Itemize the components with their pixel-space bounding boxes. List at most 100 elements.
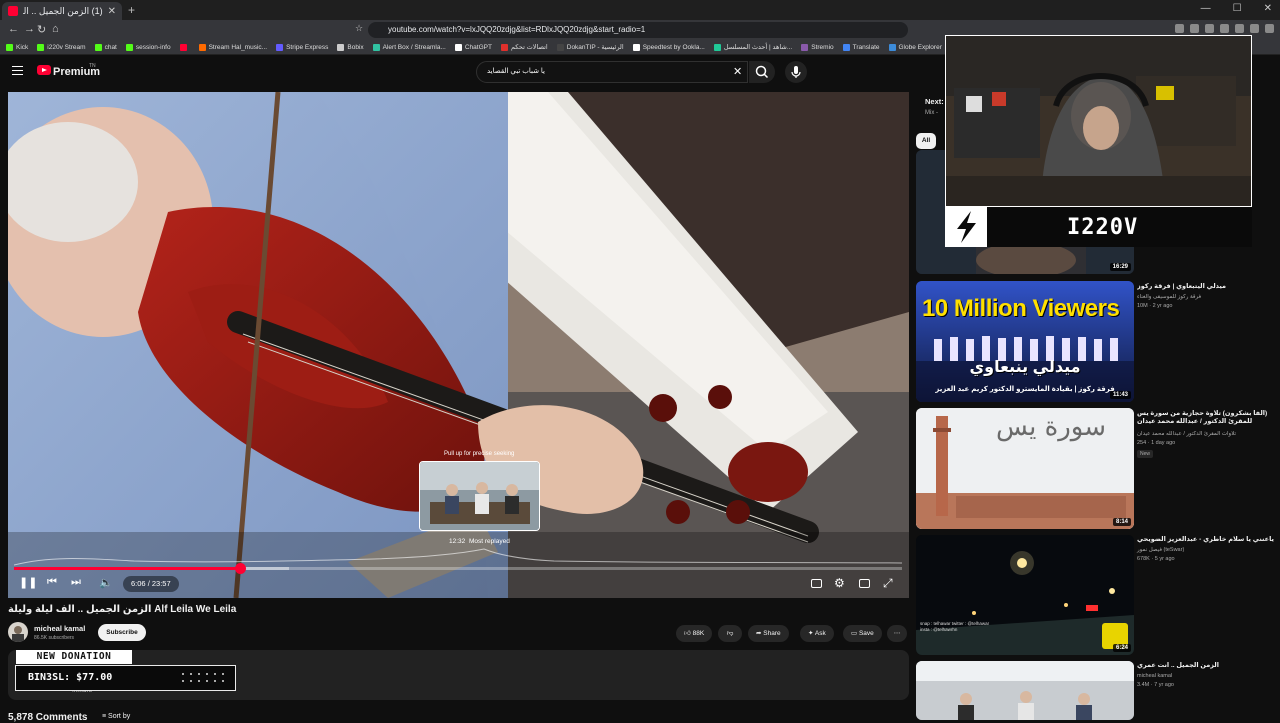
theater-mode-icon[interactable] [859,579,870,588]
bookmark-label: Alert Box / Streamla... [382,43,446,51]
back-icon[interactable]: ← [8,23,19,35]
home-icon[interactable]: ⌂ [52,23,59,35]
related-video-title[interactable]: ميدلي اليتبعاوي | فرقة ركوز [1137,283,1277,291]
related-video-title[interactable]: (الفا بشكرون) تلاوة حجازية من سورة يس لل… [1137,410,1277,426]
bookmark-label: شاهد | أحدث المسلسل... [723,44,793,51]
bookmark-item[interactable]: Stripe Express [276,43,328,51]
scrubber-handle[interactable] [234,563,246,574]
voice-search-button[interactable] [785,61,807,83]
bookmark-label: اتصالات تحكم [510,44,548,51]
next-icon[interactable]: ⏭ [71,576,81,589]
bookmark-label: Speedtest by Ookla... [642,43,705,51]
bookmark-item[interactable]: Stremio [801,43,834,51]
browser-tab[interactable]: (1) الزمن الجميل .. الف ليلة وليلة ✕ [2,2,122,20]
bookmark-favicon-icon [125,43,133,51]
donation-text: BIN3SL: $77.00 [28,672,113,683]
share-button[interactable]: ➦ Share [748,625,789,642]
save-button[interactable]: ▭ Save [843,625,882,642]
bookmark-item[interactable]: Translate [842,43,880,51]
related-video-title[interactable]: الزمن الجميل .. انت عمري [1137,662,1277,670]
thumbnail-watermark-text: snap : telhawar twitter : @telhawar inst… [920,621,990,632]
related-video-thumbnail[interactable] [916,661,1134,720]
next-up-label: Next: [925,97,944,106]
bookmark-favicon-icon [198,43,206,51]
related-video-channel: تلاوات المقرئ الدكتور / عبدالله محمد عيد… [1137,431,1237,437]
related-video-thumbnail[interactable]: سورة يس 8:14 [916,408,1134,529]
bookmark-item[interactable]: session-info [125,43,171,51]
bookmark-favicon-icon [6,43,13,51]
previous-icon[interactable]: ⏮ [47,576,57,589]
subtitles-icon[interactable] [811,579,822,588]
channel-name[interactable]: micheal kamal [34,624,85,633]
donation-alert: BIN3SL: $77.00 [15,665,236,691]
minimize-icon[interactable]: — [1201,3,1211,14]
bookmark-label: ChatGPT [464,43,492,51]
related-video-title[interactable]: ياعنني يا سلام خاطري - عبدالعزيز الضويحي [1137,536,1277,544]
ask-button[interactable]: ✦ Ask [800,625,834,642]
bookmark-favicon-icon [500,43,508,51]
url-field[interactable]: youtube.com/watch?v=lxJQQ20zdjg&list=RDl… [368,22,908,38]
forward-icon[interactable]: → [24,23,35,35]
extension-icon[interactable] [1265,24,1274,33]
seek-preview-thumbnail [419,461,540,531]
maximize-icon[interactable]: ☐ [1233,3,1242,14]
extensions-toolbar [1175,24,1280,33]
bookmark-label: Kick [16,43,29,51]
video-player[interactable]: Pull up for precise seeking 12:32 Most r… [8,92,909,598]
bookmark-favicon-icon [713,43,721,51]
bookmark-star-icon[interactable]: ☆ [355,23,363,34]
bookmark-item[interactable]: شاهد | أحدث المسلسل... [713,43,793,51]
extension-icon[interactable] [1175,24,1184,33]
extension-icon[interactable] [1205,24,1214,33]
bookmark-item[interactable] [179,43,190,51]
fullscreen-icon[interactable]: ⤢ [883,576,893,591]
bookmark-favicon-icon [94,43,102,51]
settings-icon[interactable]: ⚙ [834,576,845,590]
time-display: 6:06 / 23:57 [123,576,179,592]
bookmark-item[interactable]: i220v Stream [37,43,86,51]
channel-avatar[interactable] [8,622,28,642]
like-button[interactable]: 👍︎ 88K [676,625,712,642]
lightning-logo-icon [945,207,987,247]
reload-icon[interactable]: ↻ [37,23,46,36]
bookmark-item[interactable]: Stream Hal_music... [198,43,267,51]
comments-count: 5,878 Comments [8,712,88,723]
volume-icon[interactable]: 🔈 [99,576,113,589]
bookmark-item[interactable]: اتصالات تحكم [500,43,548,51]
clear-search-icon[interactable]: ✕ [733,65,742,78]
related-video-meta: 3.4M · 7 yr ago [1137,682,1174,688]
video-duration: 11:43 [1109,391,1131,399]
dislike-button[interactable]: 👎︎ [718,625,742,642]
bookmark-item[interactable]: Speedtest by Ookla... [632,43,705,51]
extension-icon[interactable] [1250,24,1259,33]
new-tab-icon[interactable]: + [128,3,135,17]
bookmark-item[interactable]: Bobix [337,43,364,51]
related-video-thumbnail[interactable]: snap : telhawar twitter : @telhawar inst… [916,535,1134,655]
bookmark-item[interactable]: Kick [6,43,29,51]
bookmark-label: DokanTIP - الرئيسية [566,44,624,51]
subscribe-button[interactable]: Subscribe [98,624,146,641]
extension-icon[interactable] [1220,24,1229,33]
sort-by-button[interactable]: ≡ Sort by [102,713,130,720]
youtube-logo-icon[interactable] [37,65,51,75]
extension-icon[interactable] [1235,24,1244,33]
more-actions-button[interactable]: ⋯ [887,625,907,642]
pause-icon[interactable]: ❚❚ [19,576,37,589]
search-input[interactable]: يا شباب تبي القصايد [476,61,748,83]
menu-icon[interactable] [12,66,23,75]
bookmark-label: Translate [852,43,880,51]
related-video-thumbnail[interactable]: 10 Million Viewers ميدلي ينبعاوي فرقة رك… [916,281,1134,402]
bookmark-item[interactable]: Alert Box / Streamla... [372,43,446,51]
bookmark-item[interactable]: DokanTIP - الرئيسية [556,43,624,51]
bookmark-item[interactable]: chat [94,43,117,51]
bookmark-item[interactable]: Globe Explorer [888,43,942,51]
tab-close-icon[interactable]: ✕ [108,6,116,17]
chip-all[interactable]: All [916,133,936,149]
extension-icon[interactable] [1190,24,1199,33]
dots-decoration-icon [182,673,224,682]
bookmark-item[interactable]: ChatGPT [454,43,492,51]
close-window-icon[interactable]: ✕ [1264,3,1272,14]
related-video-meta: 678K · 5 yr ago [1137,556,1175,562]
search-button[interactable] [749,61,775,83]
bookmark-favicon-icon [556,43,564,51]
